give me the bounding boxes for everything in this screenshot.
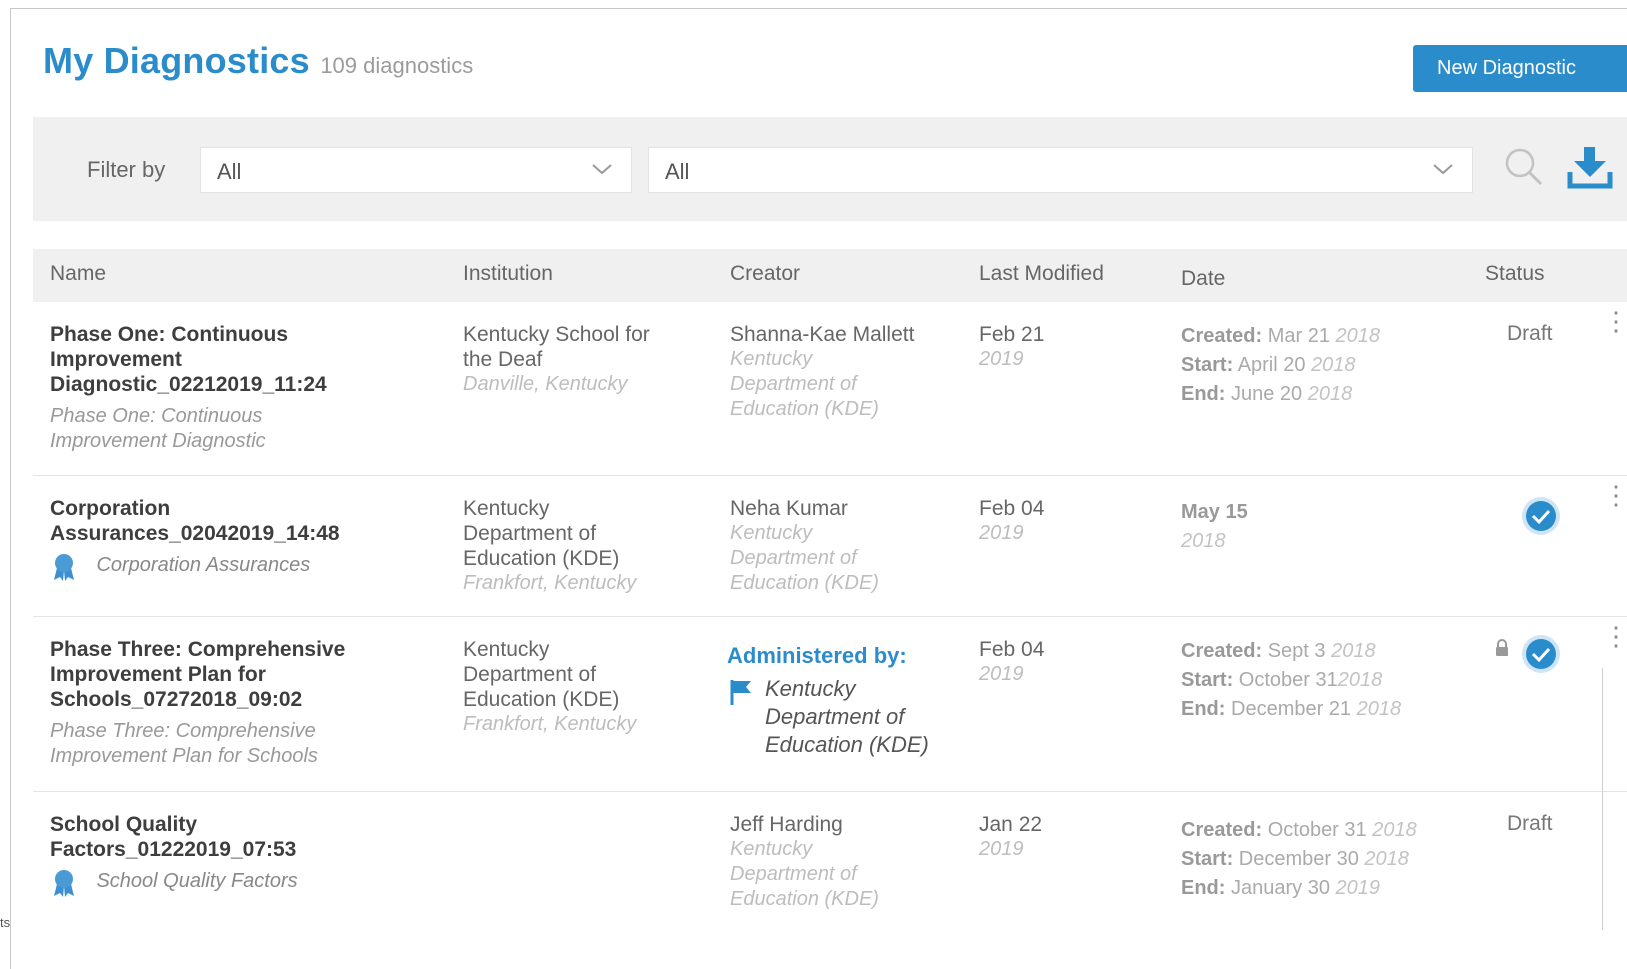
chevron-down-icon xyxy=(592,164,612,175)
administered-by: Administered by: Kentucky Department of … xyxy=(727,643,929,757)
table-row[interactable]: Phase Three: Comprehensive Improvement P… xyxy=(33,617,1627,792)
corner-label: ts xyxy=(0,915,11,930)
date-info: May 15 2018 xyxy=(1181,501,1248,552)
creator: Shanna-Kae Mallett Kentucky Department o… xyxy=(730,323,915,420)
status-badge: Draft xyxy=(1507,322,1553,345)
column-header-name[interactable]: Name xyxy=(50,262,106,286)
column-header-date[interactable]: Date xyxy=(1181,267,1225,291)
more-options-icon[interactable]: ⋮ xyxy=(1603,482,1627,508)
table-row[interactable]: Phase One: Continuous Improvement Diagno… xyxy=(33,302,1627,476)
diagnostic-name[interactable]: Phase One: Continuous Improvement Diagno… xyxy=(50,322,327,454)
creator: Jeff Harding Kentucky Department of Educ… xyxy=(730,813,879,910)
last-modified: Feb 04 2019 xyxy=(979,497,1045,544)
diagnostic-name[interactable]: School Quality Factors_01222019_07:53 Sc… xyxy=(50,812,298,898)
column-header-institution[interactable]: Institution xyxy=(463,262,553,286)
flag-icon xyxy=(730,680,751,705)
check-circle-icon xyxy=(1522,635,1560,673)
scrollbar[interactable] xyxy=(1602,668,1603,930)
table-row[interactable]: Corporation Assurances_02042019_14:48 Co… xyxy=(33,476,1627,617)
status-badge: Draft xyxy=(1507,812,1553,835)
filter-select-secondary-value: All xyxy=(665,159,690,184)
award-ribbon-icon xyxy=(54,554,74,581)
download-icon[interactable] xyxy=(1566,144,1614,190)
filter-select-primary-value: All xyxy=(217,159,242,184)
institution: Kentucky Department of Education (KDE) F… xyxy=(463,638,637,735)
table-header: Name Institution Creator Last Modified D… xyxy=(33,249,1627,302)
date-info: Created: Mar 21 2018 Start: April 20 201… xyxy=(1181,325,1381,405)
filter-label: Filter by xyxy=(87,157,166,182)
column-header-creator[interactable]: Creator xyxy=(730,262,800,286)
check-circle-icon xyxy=(1522,497,1560,535)
more-options-icon[interactable]: ⋮ xyxy=(1603,623,1627,649)
more-options-icon[interactable]: ⋮ xyxy=(1603,308,1627,334)
date-info: Created: October 31 2018 Start: December… xyxy=(1181,819,1417,899)
filter-select-primary[interactable]: All xyxy=(200,147,632,193)
date-info: Created: Sept 3 2018 Start: October 3120… xyxy=(1181,640,1402,720)
last-modified: Feb 21 2019 xyxy=(979,323,1045,370)
diagnostic-name[interactable]: Corporation Assurances_02042019_14:48 Co… xyxy=(50,496,340,582)
award-ribbon-icon xyxy=(54,870,74,897)
column-header-last-modified[interactable]: Last Modified xyxy=(979,262,1104,286)
search-icon[interactable] xyxy=(1503,146,1545,188)
page-title: My Diagnostics 109 diagnostics xyxy=(43,40,473,82)
column-header-status[interactable]: Status xyxy=(1485,262,1545,286)
diagnostic-name[interactable]: Phase Three: Comprehensive Improvement P… xyxy=(50,637,345,769)
last-modified: Jan 22 2019 xyxy=(979,813,1043,860)
institution: Kentucky Department of Education (KDE) F… xyxy=(463,497,637,594)
creator: Neha Kumar Kentucky Department of Educat… xyxy=(730,497,879,594)
last-modified: Feb 04 2019 xyxy=(979,638,1045,685)
filter-bar: Filter by All All xyxy=(33,117,1627,221)
new-diagnostic-button[interactable]: New Diagnostic xyxy=(1413,45,1627,92)
lock-icon xyxy=(1496,639,1508,656)
chevron-down-icon xyxy=(1433,164,1453,175)
title-text: My Diagnostics xyxy=(43,40,310,81)
institution: Kentucky School for the Deaf Danville, K… xyxy=(463,323,650,395)
diagnostic-count: 109 diagnostics xyxy=(320,53,474,78)
filter-select-secondary[interactable]: All xyxy=(648,147,1473,193)
table-row[interactable]: School Quality Factors_01222019_07:53 Sc… xyxy=(33,792,1627,932)
